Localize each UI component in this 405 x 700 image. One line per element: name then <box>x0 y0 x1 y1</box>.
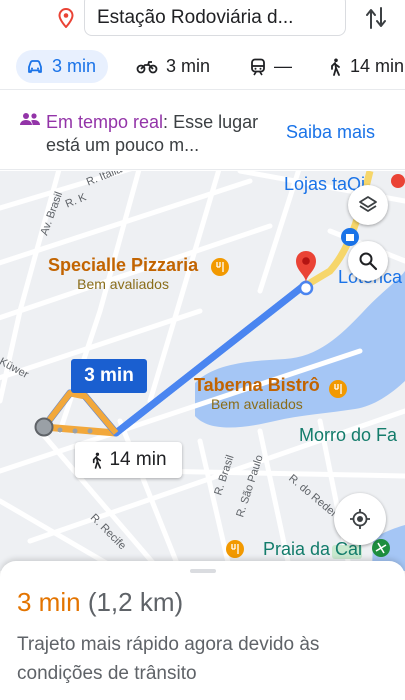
train-icon <box>251 58 265 75</box>
eta-summary: 3 min (1,2 km) <box>17 587 183 618</box>
destination-field[interactable]: Estação Rodoviária d... <box>84 0 346 36</box>
place-morro[interactable]: Morro do Fa <box>299 425 397 446</box>
tab-motorcycle[interactable]: 3 min <box>136 50 210 83</box>
place-name: Morro do Fa <box>299 425 398 445</box>
tab-walk-label: 14 min <box>350 56 405 76</box>
banner-message: Em tempo real: Esse lugar está um pouco … <box>46 111 276 157</box>
swap-vertical-icon[interactable] <box>364 5 388 31</box>
search-icon <box>359 252 378 271</box>
learn-more-link[interactable]: Saiba mais <box>286 122 375 143</box>
car-icon <box>28 59 42 73</box>
my-location-icon <box>350 509 370 529</box>
realtime-label: Em tempo real <box>46 112 164 132</box>
people-icon <box>20 113 40 125</box>
layers-button[interactable] <box>348 185 388 225</box>
route-summary-sheet[interactable]: 3 min (1,2 km) Trajeto mais rápido agora… <box>0 561 405 700</box>
map-search-button[interactable] <box>348 241 388 281</box>
tab-walk[interactable]: 14 min <box>328 50 404 83</box>
walk-route-label[interactable]: 14 min <box>75 442 182 478</box>
tab-transit-label: — <box>274 56 292 76</box>
map-view[interactable]: R. Itália Av. Brasil R. K Küwer R. Recif… <box>0 171 405 571</box>
realtime-info-banner: Em tempo real: Esse lugar está um pouco … <box>0 98 405 170</box>
restaurant-marker-icon <box>226 540 244 558</box>
eta-time: 3 min <box>17 587 81 617</box>
walk-route-time: 14 min <box>109 449 167 470</box>
tab-motorcycle-label: 3 min <box>166 56 211 76</box>
sheet-drag-handle[interactable] <box>190 569 216 573</box>
place-name: Specialle Pizzaria <box>48 255 199 275</box>
motorcycle-icon <box>136 60 158 73</box>
restaurant-marker-icon <box>329 380 347 398</box>
beach-marker-icon <box>372 539 390 557</box>
destination-text: Estação Rodoviária d... <box>97 7 294 28</box>
walk-icon <box>331 58 340 76</box>
tab-car[interactable]: 3 min <box>16 50 109 83</box>
location-pin-icon <box>58 8 74 28</box>
tab-transit[interactable]: — <box>250 50 292 83</box>
travel-mode-tabs: 3 min 3 min — 14 min <box>0 44 405 90</box>
place-rating: Bem avaliados <box>210 396 303 412</box>
tab-car-label: 3 min <box>52 56 97 76</box>
place-name: Taberna Bistrô <box>194 375 320 395</box>
layers-icon <box>359 196 377 212</box>
shopping-marker-icon <box>391 174 405 188</box>
place-specialle-pizzaria[interactable]: Specialle Pizzaria Bem avaliados <box>48 255 198 292</box>
my-location-button[interactable] <box>334 493 386 545</box>
walk-icon <box>93 452 102 469</box>
eta-distance: (1,2 km) <box>87 587 184 617</box>
place-rating: Bem avaliados <box>77 276 169 292</box>
directions-header: Estação Rodoviária d... <box>0 0 405 40</box>
route-description: Trajeto mais rápido agora devido às cond… <box>17 634 320 684</box>
route-duration-label[interactable]: 3 min <box>71 359 147 393</box>
place-taberna-bistro[interactable]: Taberna Bistrô Bem avaliados <box>194 375 320 412</box>
restaurant-marker-icon <box>211 258 229 276</box>
